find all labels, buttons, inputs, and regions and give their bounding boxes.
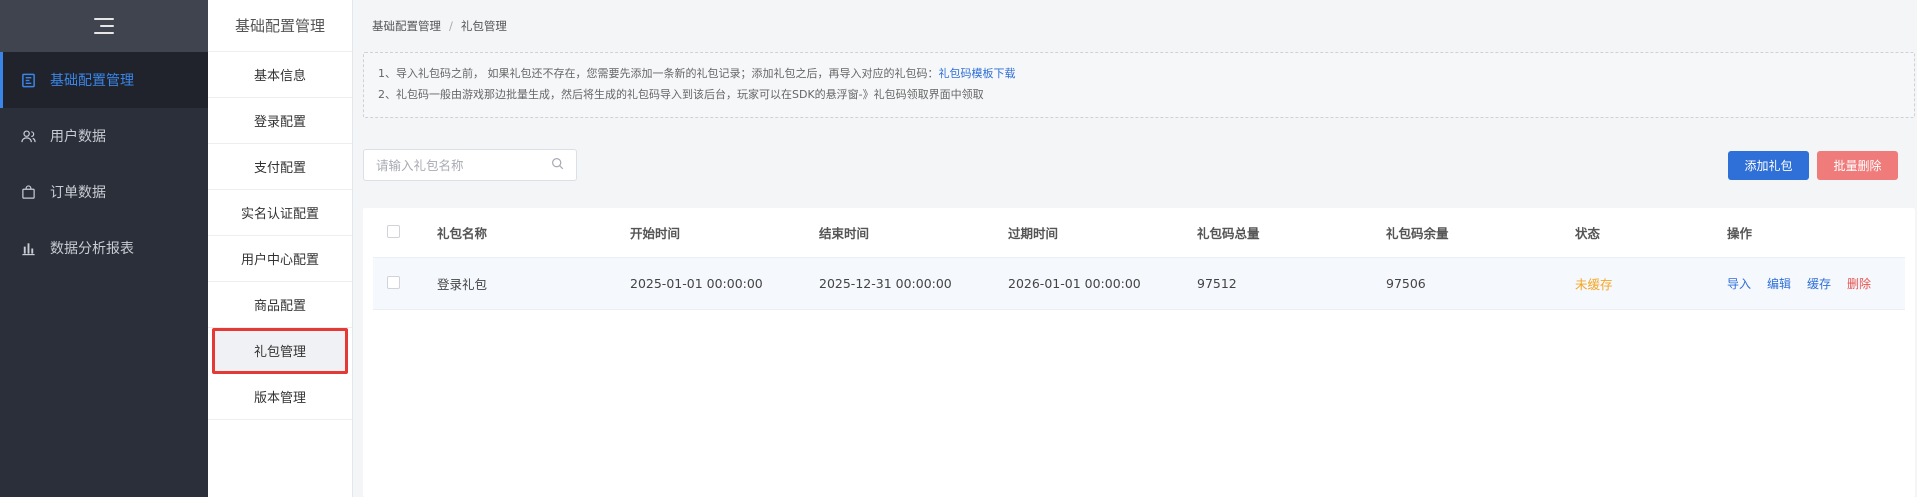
cell-code-remaining: 97506	[1386, 276, 1426, 291]
main-sidebar: 基础配置管理 用户数据 订单数据 数据分析报表	[0, 0, 208, 497]
import-action-link[interactable]: 导入	[1727, 277, 1751, 291]
batch-delete-button[interactable]: 批量删除	[1817, 151, 1898, 180]
subnav-item-realname-config[interactable]: 实名认证配置	[208, 190, 352, 236]
config-icon	[20, 72, 36, 88]
table-header-row: 礼包名称 开始时间 结束时间 过期时间 礼包码总量 礼包码余量 状态 操作	[373, 208, 1905, 258]
notice-box: 1、导入礼包码之前， 如果礼包还不存在，您需要先添加一条新的礼包记录；添加礼包之…	[363, 52, 1915, 118]
sidebar-item-basic-config[interactable]: 基础配置管理	[0, 52, 208, 108]
search-icon[interactable]	[551, 157, 564, 174]
notice-line-2: 2、礼包码一般由游戏那边批量生成，然后将生成的礼包码导入到该后台，玩家可以在SD…	[378, 88, 984, 101]
order-bag-icon	[20, 184, 36, 200]
sidebar-item-analytics[interactable]: 数据分析报表	[0, 220, 208, 276]
breadcrumb-parent[interactable]: 基础配置管理	[372, 19, 441, 33]
header-status: 状态	[1575, 226, 1601, 241]
cell-gift-name: 登录礼包	[437, 277, 488, 292]
secondary-nav: 基础配置管理 基本信息 登录配置 支付配置 实名认证配置 用户中心配置 商品配置…	[208, 0, 353, 497]
sidebar-item-label: 基础配置管理	[50, 73, 134, 89]
breadcrumb-current: 礼包管理	[460, 19, 507, 33]
search-box	[363, 149, 577, 181]
gift-name-search-input[interactable]	[376, 157, 551, 173]
row-checkbox[interactable]	[387, 275, 400, 289]
subnav-item-user-center-config[interactable]: 用户中心配置	[208, 236, 352, 282]
select-all-checkbox[interactable]	[387, 224, 400, 238]
header-expire-time: 过期时间	[1008, 226, 1059, 241]
subnav-title: 基础配置管理	[208, 0, 352, 52]
sidebar-item-label: 数据分析报表	[50, 241, 134, 257]
cell-start-time: 2025-01-01 00:00:00	[630, 276, 763, 291]
cell-actions: 导入 编辑 缓存 删除	[1727, 275, 1905, 292]
breadcrumb: 基础配置管理 / 礼包管理	[372, 18, 507, 34]
header-end-time: 结束时间	[819, 226, 870, 241]
cell-expire-time: 2026-01-01 00:00:00	[1008, 276, 1141, 291]
table-panel: 礼包名称 开始时间 结束时间 过期时间 礼包码总量 礼包码余量 状态 操作 登录…	[363, 208, 1915, 497]
cell-end-time: 2025-12-31 00:00:00	[819, 276, 952, 291]
subnav-item-basic-info[interactable]: 基本信息	[208, 52, 352, 98]
menu-toggle-icon[interactable]	[94, 18, 114, 34]
gift-table: 礼包名称 开始时间 结束时间 过期时间 礼包码总量 礼包码余量 状态 操作 登录…	[373, 208, 1905, 310]
subnav-item-payment-config[interactable]: 支付配置	[208, 144, 352, 190]
sidebar-item-label: 订单数据	[50, 185, 106, 201]
bar-chart-icon	[20, 240, 36, 256]
table-row: 登录礼包 2025-01-01 00:00:00 2025-12-31 00:0…	[373, 258, 1905, 310]
subnav-item-login-config[interactable]: 登录配置	[208, 98, 352, 144]
header-gift-name: 礼包名称	[437, 226, 488, 241]
edit-action-link[interactable]: 编辑	[1767, 277, 1791, 291]
breadcrumb-separator: /	[449, 19, 453, 33]
subnav-item-gift-management[interactable]: 礼包管理	[212, 328, 348, 374]
sidebar-header	[0, 0, 208, 52]
sidebar-item-user-data[interactable]: 用户数据	[0, 108, 208, 164]
subnav-item-product-config[interactable]: 商品配置	[208, 282, 352, 328]
header-code-total: 礼包码总量	[1197, 226, 1260, 241]
cell-code-total: 97512	[1197, 276, 1237, 291]
status-badge: 未缓存	[1575, 277, 1613, 292]
users-icon	[20, 128, 36, 144]
delete-action-link[interactable]: 删除	[1847, 277, 1871, 291]
add-gift-button[interactable]: 添加礼包	[1728, 151, 1809, 180]
notice-line-1-text: 1、导入礼包码之前， 如果礼包还不存在，您需要先添加一条新的礼包记录；添加礼包之…	[378, 67, 939, 80]
header-code-remaining: 礼包码余量	[1386, 226, 1449, 241]
sidebar-item-label: 用户数据	[50, 129, 106, 145]
header-start-time: 开始时间	[630, 226, 681, 241]
template-download-link[interactable]: 礼包码模板下载	[939, 67, 1016, 80]
cache-action-link[interactable]: 缓存	[1807, 277, 1831, 291]
main-content: 基础配置管理 / 礼包管理 1、导入礼包码之前， 如果礼包还不存在，您需要先添加一条…	[354, 0, 1917, 497]
subnav-item-version-management[interactable]: 版本管理	[208, 374, 352, 420]
notice-line-1: 1、导入礼包码之前， 如果礼包还不存在，您需要先添加一条新的礼包记录；添加礼包之…	[378, 63, 1900, 84]
sidebar-item-order-data[interactable]: 订单数据	[0, 164, 208, 220]
header-actions: 操作	[1727, 226, 1753, 241]
